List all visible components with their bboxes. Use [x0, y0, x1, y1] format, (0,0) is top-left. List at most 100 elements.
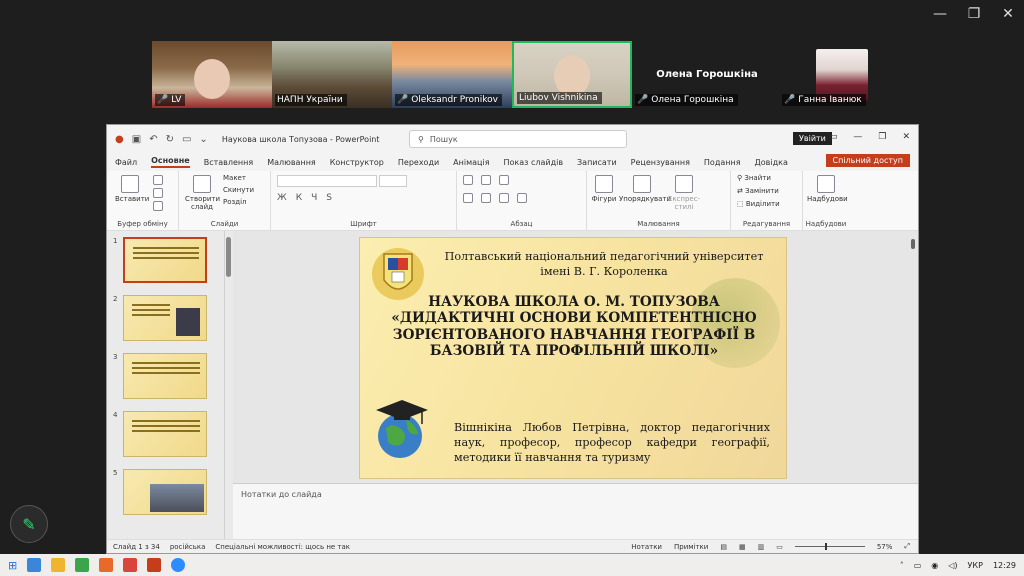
underline-button[interactable]: Ч: [311, 193, 317, 203]
slide-thumbnail[interactable]: [123, 237, 208, 283]
search-input[interactable]: ⚲ Пошук: [409, 130, 627, 148]
accessibility-status[interactable]: Спеціальні можливості: щось не так: [215, 543, 350, 551]
slideshow-icon[interactable]: ▭: [776, 543, 783, 551]
slide-thumbnail[interactable]: [123, 411, 208, 457]
participant-tile[interactable]: 🎤 Oleksandr Pronikov: [392, 41, 512, 108]
tray-expand-icon[interactable]: ˄: [900, 561, 904, 570]
participant-tile[interactable]: 🎤 Ганна Іванюк: [782, 41, 882, 108]
reading-view-icon[interactable]: ▥: [758, 543, 765, 551]
signin-button[interactable]: Увійти: [793, 132, 832, 145]
font-family-select[interactable]: [277, 175, 377, 187]
slide-sorter-icon[interactable]: ▦: [739, 543, 746, 551]
tab-draw[interactable]: Малювання: [267, 158, 316, 167]
copy-icon[interactable]: [153, 188, 163, 198]
slide-thumbnail[interactable]: [123, 295, 208, 341]
present-icon[interactable]: ▭: [182, 134, 191, 145]
thumbnail-4[interactable]: 4: [113, 411, 208, 457]
tab-insert[interactable]: Вставлення: [204, 158, 253, 167]
zoom-taskbar-icon[interactable]: [171, 558, 186, 572]
powerpoint-taskbar-icon[interactable]: [147, 558, 162, 572]
firefox-icon[interactable]: [99, 558, 114, 572]
file-explorer-icon[interactable]: [51, 558, 66, 572]
tab-record[interactable]: Записати: [577, 158, 617, 167]
tab-review[interactable]: Рецензування: [631, 158, 690, 167]
clock[interactable]: 12:29: [993, 561, 1016, 570]
format-painter-icon[interactable]: [153, 201, 163, 211]
slide-thumbnail[interactable]: [123, 469, 208, 515]
redo-icon[interactable]: ↻: [166, 134, 174, 145]
arrange-button[interactable]: Упорядкувати: [619, 175, 671, 203]
find-button[interactable]: ⚲ Знайти: [737, 174, 780, 182]
zoom-level[interactable]: 57%: [877, 543, 893, 551]
tab-animations[interactable]: Анімація: [453, 158, 489, 167]
participant-tile-active[interactable]: Liubov Vishnikina: [512, 41, 632, 108]
fit-slide-icon[interactable]: ⤢: [904, 542, 910, 551]
select-button[interactable]: ⬚ Виділити: [737, 200, 780, 208]
tab-view[interactable]: Подання: [704, 158, 741, 167]
thumbnail-1[interactable]: 1: [113, 237, 208, 283]
reset-button[interactable]: Скинути: [223, 186, 254, 194]
align-center-icon[interactable]: [481, 193, 491, 203]
tab-home[interactable]: Основне: [151, 156, 190, 168]
replace-button[interactable]: ⇄ Замінити: [737, 187, 780, 195]
thumbnails-scrollbar[interactable]: [225, 231, 233, 539]
volume-icon[interactable]: ◁): [948, 561, 957, 570]
normal-view-icon[interactable]: ▤: [720, 543, 727, 551]
quick-styles-button[interactable]: Експрес-стилі: [667, 175, 701, 211]
section-button[interactable]: Розділ: [223, 198, 254, 206]
shapes-button[interactable]: Фігури: [591, 175, 617, 203]
ppt-restore-button[interactable]: ❐: [878, 132, 886, 142]
participant-tile[interactable]: НАПН України: [272, 41, 392, 108]
bold-button[interactable]: Ж: [277, 193, 287, 203]
start-icon[interactable]: ⊞: [8, 559, 17, 572]
tab-file[interactable]: Файл: [115, 158, 137, 167]
strikethrough-button[interactable]: S: [326, 193, 332, 203]
network-icon[interactable]: ◉: [931, 561, 938, 570]
cut-icon[interactable]: [153, 175, 163, 185]
tab-help[interactable]: Довідка: [755, 158, 788, 167]
participant-tile[interactable]: 🎤 LV: [152, 41, 272, 108]
chrome-icon[interactable]: [123, 558, 138, 572]
restore-button[interactable]: ❐: [966, 6, 982, 22]
layout-button[interactable]: Макет: [223, 174, 254, 182]
battery-icon[interactable]: ▭: [914, 561, 922, 570]
ribbon-display-icon[interactable]: ▭: [829, 132, 838, 142]
ppt-close-button[interactable]: ✕: [902, 132, 910, 142]
thumbnail-5[interactable]: 5: [113, 469, 208, 515]
tab-slideshow[interactable]: Показ слайдів: [504, 158, 564, 167]
italic-button[interactable]: К: [296, 193, 302, 203]
thumbnail-3[interactable]: 3: [113, 353, 208, 399]
tab-transitions[interactable]: Переходи: [398, 158, 439, 167]
zoom-slider[interactable]: [794, 543, 865, 550]
numbering-icon[interactable]: [481, 175, 491, 185]
tab-design[interactable]: Конструктор: [330, 158, 384, 167]
save-icon[interactable]: ▣: [132, 134, 141, 145]
close-button[interactable]: ✕: [1000, 6, 1016, 22]
language-status[interactable]: російська: [170, 543, 206, 551]
minimize-button[interactable]: —: [932, 6, 948, 22]
annotate-button[interactable]: ✎: [10, 505, 48, 543]
line-spacing-icon[interactable]: [499, 175, 509, 185]
comments-toggle[interactable]: Примітки: [674, 543, 708, 551]
undo-icon[interactable]: ↶: [149, 134, 157, 145]
font-size-select[interactable]: [379, 175, 407, 187]
align-left-icon[interactable]: [463, 193, 473, 203]
thumbnail-2[interactable]: 2: [113, 295, 208, 341]
addins-button[interactable]: Надбудови: [807, 175, 848, 203]
participant-tile[interactable]: Олена Горошкіна 🎤 Олена Горошкіна: [632, 41, 782, 108]
slide-scrollbar[interactable]: [908, 231, 918, 479]
new-slide-button[interactable]: Створити слайд: [185, 175, 220, 211]
align-right-icon[interactable]: [499, 193, 509, 203]
slide-thumbnail[interactable]: [123, 353, 208, 399]
customize-qat-icon[interactable]: ⌄: [199, 134, 207, 145]
ppt-minimize-button[interactable]: —: [853, 132, 862, 142]
paste-button[interactable]: Вставити: [115, 175, 149, 203]
notes-pane[interactable]: Нотатки до слайда: [233, 483, 918, 539]
bullets-icon[interactable]: [463, 175, 473, 185]
language-indicator[interactable]: УКР: [968, 561, 983, 570]
justify-icon[interactable]: [517, 193, 527, 203]
edge-icon[interactable]: [27, 558, 42, 572]
share-button[interactable]: Спільний доступ: [825, 154, 910, 167]
app-64-icon[interactable]: [75, 558, 90, 572]
current-slide[interactable]: Полтавський національний педагогічний ун…: [359, 237, 787, 479]
